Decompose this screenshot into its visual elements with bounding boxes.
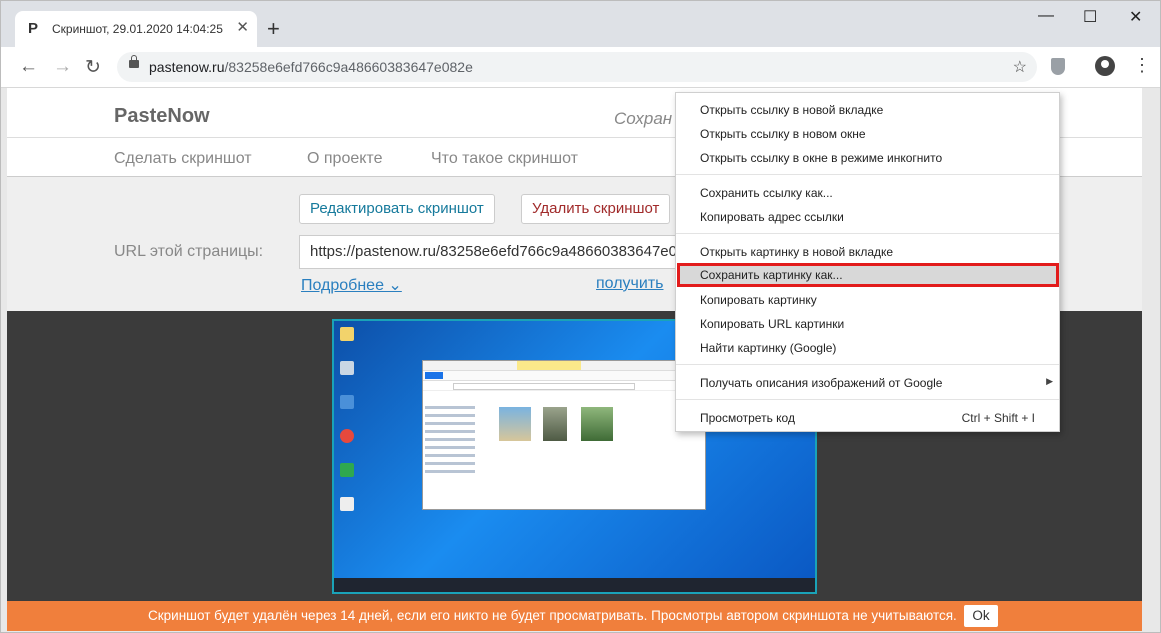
address-bar[interactable]: pastenow.ru/83258e6efd766c9a48660383647e… xyxy=(117,52,1037,82)
file-icon xyxy=(340,497,354,511)
lock-icon xyxy=(129,55,139,68)
nav-about[interactable]: О проекте xyxy=(307,150,382,168)
delete-screenshot-button[interactable]: Удалить скриншот xyxy=(521,194,671,224)
extension-shield-icon[interactable] xyxy=(1051,58,1065,75)
minimize-button[interactable]: — xyxy=(1038,7,1054,25)
page-url-field[interactable]: https://pastenow.ru/83258e6efd766c9a4866… xyxy=(299,235,689,269)
menu-separator xyxy=(676,399,1059,400)
menu-inspect[interactable]: Просмотреть код xyxy=(700,411,795,425)
url-label: URL этой страницы: xyxy=(114,243,264,260)
menu-separator xyxy=(676,364,1059,365)
tab-title: Скриншот, 29.01.2020 14:04:25 xyxy=(52,22,223,36)
get-link[interactable]: получить xyxy=(596,275,663,293)
back-button[interactable]: ← xyxy=(19,56,38,78)
nav-make-screenshot[interactable]: Сделать скриншот xyxy=(114,150,252,168)
reload-button[interactable]: ↻ xyxy=(85,56,101,79)
menu-open-link-new-tab[interactable]: Открыть ссылку в новой вкладке xyxy=(700,103,883,117)
desktop-icon xyxy=(340,395,354,409)
menu-copy-link-address[interactable]: Копировать адрес ссылки xyxy=(700,210,844,224)
tab-strip: P Скриншот, 29.01.2020 14:04:25 ✕ + — ☐ … xyxy=(1,1,1160,47)
photo-thumbnail xyxy=(543,407,567,441)
menu-save-link-as[interactable]: Сохранить ссылку как... xyxy=(700,186,833,200)
desktop-icon xyxy=(340,327,354,341)
menu-search-image-google[interactable]: Найти картинку (Google) xyxy=(700,341,836,355)
url-path: /83258e6efd766c9a48660383647e082e xyxy=(224,59,473,75)
inspect-shortcut: Ctrl + Shift + I xyxy=(961,411,1035,425)
deletion-notice-bar: Скриншот будет удалён через 14 дней, есл… xyxy=(7,601,1142,631)
tab-close-icon[interactable]: ✕ xyxy=(236,18,249,36)
taskbar xyxy=(334,578,815,592)
maximize-button[interactable]: ☐ xyxy=(1083,7,1097,27)
browser-tab[interactable]: P Скриншот, 29.01.2020 14:04:25 ✕ xyxy=(15,11,257,47)
submenu-arrow-icon: ▶ xyxy=(1046,376,1053,386)
menu-separator xyxy=(676,174,1059,175)
edit-screenshot-button[interactable]: Редактировать скриншот xyxy=(299,194,495,224)
explorer-window xyxy=(422,360,706,510)
menu-save-image-as[interactable]: Сохранить картинку как... xyxy=(700,268,843,282)
photo-thumbnail xyxy=(499,407,531,441)
favicon-icon: P xyxy=(28,20,39,37)
new-tab-button[interactable]: + xyxy=(267,18,280,40)
notice-text: Скриншот будет удалён через 14 дней, есл… xyxy=(148,608,957,623)
menu-copy-image[interactable]: Копировать картинку xyxy=(700,293,817,307)
more-link[interactable]: Подробнее ⌄ xyxy=(301,275,402,295)
notice-ok-button[interactable]: Ok xyxy=(964,605,998,627)
recycle-bin-icon xyxy=(340,361,354,375)
nav-what-is-screenshot[interactable]: Что такое скриншот xyxy=(431,150,578,168)
url-host: pastenow.ru xyxy=(149,59,225,75)
menu-separator xyxy=(676,233,1059,234)
desktop-icon xyxy=(340,463,354,477)
menu-open-image-new-tab[interactable]: Открыть картинку в новой вкладке xyxy=(700,245,893,259)
menu-open-link-new-window[interactable]: Открыть ссылку в новом окне xyxy=(700,127,866,141)
browser-window: P Скриншот, 29.01.2020 14:04:25 ✕ + — ☐ … xyxy=(0,0,1161,633)
close-window-button[interactable]: ✕ xyxy=(1129,7,1142,27)
url-text: pastenow.ru/83258e6efd766c9a48660383647e… xyxy=(149,59,473,75)
account-avatar-icon[interactable] xyxy=(1095,56,1115,76)
photo-thumbnail xyxy=(581,407,613,441)
chrome-icon xyxy=(340,429,354,443)
menu-open-link-incognito[interactable]: Открыть ссылку в окне в режиме инкогнито xyxy=(700,151,942,165)
browser-toolbar: ← → ↻ pastenow.ru/83258e6efd766c9a486603… xyxy=(1,47,1160,88)
menu-get-image-descriptions[interactable]: Получать описания изображений от Google xyxy=(700,376,942,390)
bookmark-star-icon[interactable]: ☆ xyxy=(1013,57,1027,77)
site-logo[interactable]: PasteNow xyxy=(114,105,210,128)
menu-copy-image-url[interactable]: Копировать URL картинки xyxy=(700,317,844,331)
context-menu: Открыть ссылку в новой вкладке Открыть с… xyxy=(675,92,1060,432)
folder-tree xyxy=(425,401,485,491)
saved-status-text: Сохран xyxy=(614,109,673,128)
browser-menu-icon[interactable]: ⋮ xyxy=(1133,55,1151,76)
forward-button[interactable]: → xyxy=(53,56,72,78)
